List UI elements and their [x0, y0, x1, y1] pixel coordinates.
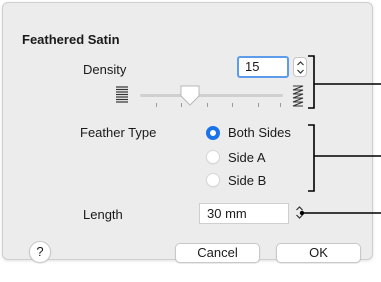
callout-lines: [299, 55, 381, 216]
callout-dot: [299, 210, 305, 216]
